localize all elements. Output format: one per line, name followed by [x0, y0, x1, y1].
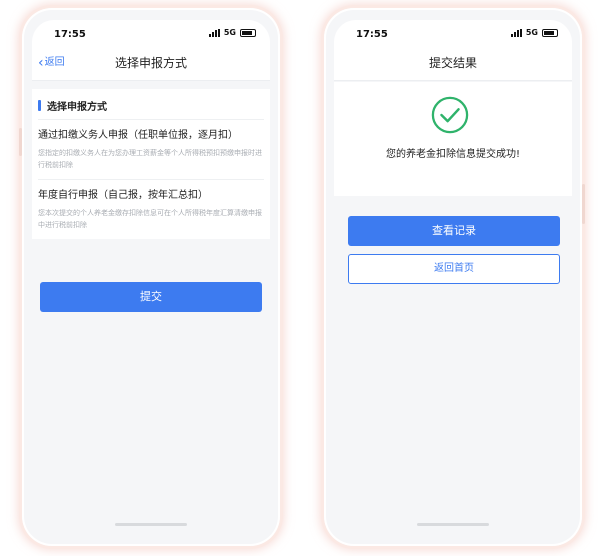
option-withholding-agent[interactable]: 通过扣缴义务人申报（任职单位报，逐月扣） 您指定的扣缴义务人在为您办理工资薪金等…: [38, 119, 264, 179]
network-type: 5G: [525, 28, 538, 37]
section-title: 选择申报方式: [47, 102, 107, 113]
submit-button[interactable]: 提交: [40, 282, 262, 312]
status-indicators: 5G: [510, 28, 558, 37]
nav-bar: 提交结果: [334, 46, 572, 81]
side-button: [19, 128, 22, 156]
option-title: 通过扣缴义务人申报（任职单位报，逐月扣）: [38, 130, 238, 141]
phone-frame-left: 17:55 5G ‹ 返回 选择申报方式 选择申报方式 通过扣缴义务人申报（任职…: [19, 8, 280, 546]
section-header: 选择申报方式: [32, 89, 270, 119]
home-indicator: [417, 523, 489, 526]
result-card: 您的养老金扣除信息提交成功!: [334, 82, 572, 196]
page-title: 选择申报方式: [114, 56, 187, 70]
home-indicator: [115, 523, 187, 526]
chevron-left-icon: ‹: [38, 55, 44, 71]
back-button[interactable]: ‹ 返回: [38, 46, 65, 80]
option-title: 年度自行申报（自己报，按年汇总扣）: [38, 190, 208, 201]
nav-bar: ‹ 返回 选择申报方式: [32, 46, 270, 81]
status-time: 17:55: [54, 29, 86, 40]
battery-icon: [240, 28, 256, 37]
signal-icon: [510, 28, 522, 37]
view-records-button[interactable]: 查看记录: [348, 216, 560, 246]
status-time: 17:55: [356, 29, 388, 40]
option-annual-self-declaration[interactable]: 年度自行申报（自己报，按年汇总扣） 您本次提交的个人养老金缴存扣除信息可在个人所…: [38, 179, 264, 239]
option-description: 您指定的扣缴义务人在为您办理工资薪金等个人所得税预扣预缴申报时进行税前扣除: [38, 149, 262, 169]
page-title: 提交结果: [428, 56, 477, 70]
back-home-button[interactable]: 返回首页: [348, 254, 560, 284]
battery-icon: [542, 28, 558, 37]
option-description: 您本次提交的个人养老金缴存扣除信息可在个人所得税年度汇算清缴申报中进行税前扣除: [38, 209, 262, 229]
status-indicators: 5G: [208, 28, 256, 37]
result-message: 您的养老金扣除信息提交成功!: [385, 149, 520, 160]
side-button: [582, 184, 585, 224]
status-bar: 17:55 5G: [334, 20, 572, 46]
submit-result-screen: 17:55 5G 提交结果 您的养老金扣除信息提交成功! 查看记录 返回首页: [334, 20, 572, 532]
declaration-method-screen: 17:55 5G ‹ 返回 选择申报方式 选择申报方式 通过扣缴义务人申报（任职…: [32, 20, 270, 532]
method-card: 选择申报方式 通过扣缴义务人申报（任职单位报，逐月扣） 您指定的扣缴义务人在为您…: [32, 89, 270, 239]
network-type: 5G: [223, 28, 236, 37]
phone-frame-right: 17:55 5G 提交结果 您的养老金扣除信息提交成功! 查看记录 返回首页: [324, 8, 585, 546]
status-bar: 17:55 5G: [32, 20, 270, 46]
section-marker: [38, 100, 41, 111]
signal-icon: [208, 28, 220, 37]
back-label: 返回: [44, 57, 65, 68]
success-check-icon: [431, 96, 469, 134]
